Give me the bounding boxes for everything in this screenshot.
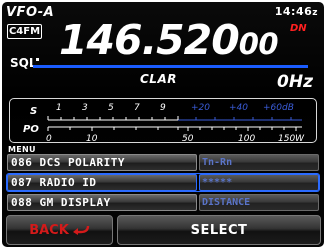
menu-item-value: ***** xyxy=(199,174,319,191)
menu-title: MENU xyxy=(8,145,36,154)
sql-indicator-icon xyxy=(36,58,39,61)
frequency-sub: 00 xyxy=(238,27,279,61)
frequency-main: 146.520 xyxy=(59,16,240,64)
po-scale-50: 50 xyxy=(182,134,194,144)
select-button[interactable]: SELECT xyxy=(117,215,321,245)
po-scale-100: 100 xyxy=(238,134,255,144)
menu-item-name-cell: 086 DCS POLARITY xyxy=(7,154,197,171)
clock: 14:46z xyxy=(275,5,318,18)
menu-item-name-cell: 088 GM DISPLAY xyxy=(7,194,197,211)
menu-item-number: 087 xyxy=(11,176,33,189)
po-scale-0: 0 xyxy=(46,134,52,144)
frequency-display: 146.52000 xyxy=(59,20,279,61)
menu-item-value: DISTANCE xyxy=(199,194,319,211)
menu-item-087[interactable]: 087 RADIO ID ***** xyxy=(7,174,319,191)
menu-item-name: GM DISPLAY xyxy=(39,196,111,209)
dn-indicator: DN xyxy=(290,23,307,34)
s-scale-7: 7 xyxy=(134,103,140,113)
squelch-bar xyxy=(33,65,308,68)
s-meter-label: S xyxy=(30,106,37,117)
po-scale-ticks xyxy=(47,127,297,131)
mode-badge: C4FM xyxy=(7,24,42,39)
back-button[interactable]: BACK xyxy=(6,215,113,245)
po-meter-label: PO xyxy=(23,124,39,135)
back-button-label: BACK xyxy=(29,222,69,238)
s-scale-plus20: +20 xyxy=(191,103,210,113)
vfo-label: VFO-A xyxy=(6,5,55,20)
radio-display: VFO-A 14:46z C4FM SQL 146.52000 DN CLAR … xyxy=(2,2,324,247)
menu-item-number: 088 xyxy=(11,196,33,209)
clar-value: 0Hz xyxy=(277,72,313,92)
menu-item-value: Tn-Rn xyxy=(199,154,319,171)
clock-suffix: z xyxy=(312,8,318,18)
po-scale-10: 10 xyxy=(86,134,98,144)
clock-time: 14:46 xyxy=(274,5,313,18)
menu-item-name: RADIO ID xyxy=(39,176,97,189)
s-scale-5: 5 xyxy=(108,103,114,113)
menu-item-name-cell: 087 RADIO ID xyxy=(7,174,197,191)
s-scale-1: 1 xyxy=(56,103,62,113)
menu-item-088[interactable]: 088 GM DISPLAY DISTANCE xyxy=(7,194,319,211)
meter-scale: S PO 1 3 5 7 9 +20 +40 +60dB 0 10 50 100… xyxy=(23,103,305,144)
menu-item-number: 086 xyxy=(11,156,33,169)
s-scale-ticks xyxy=(47,116,292,120)
menu-item-086[interactable]: 086 DCS POLARITY Tn-Rn xyxy=(7,154,319,171)
s-scale-9: 9 xyxy=(160,103,166,113)
return-arrow-icon xyxy=(72,225,89,235)
menu-item-name: DCS POLARITY xyxy=(39,156,125,169)
s-po-meter: S PO 1 3 5 7 9 +20 +40 +60dB 0 10 50 100… xyxy=(9,98,317,144)
s-scale-plus40: +40 xyxy=(229,103,248,113)
s-scale-plus60db: +60dB xyxy=(263,103,294,113)
po-scale-150w: 150W xyxy=(278,134,305,144)
s-scale-3: 3 xyxy=(82,103,88,113)
clar-label: CLAR xyxy=(140,72,177,86)
